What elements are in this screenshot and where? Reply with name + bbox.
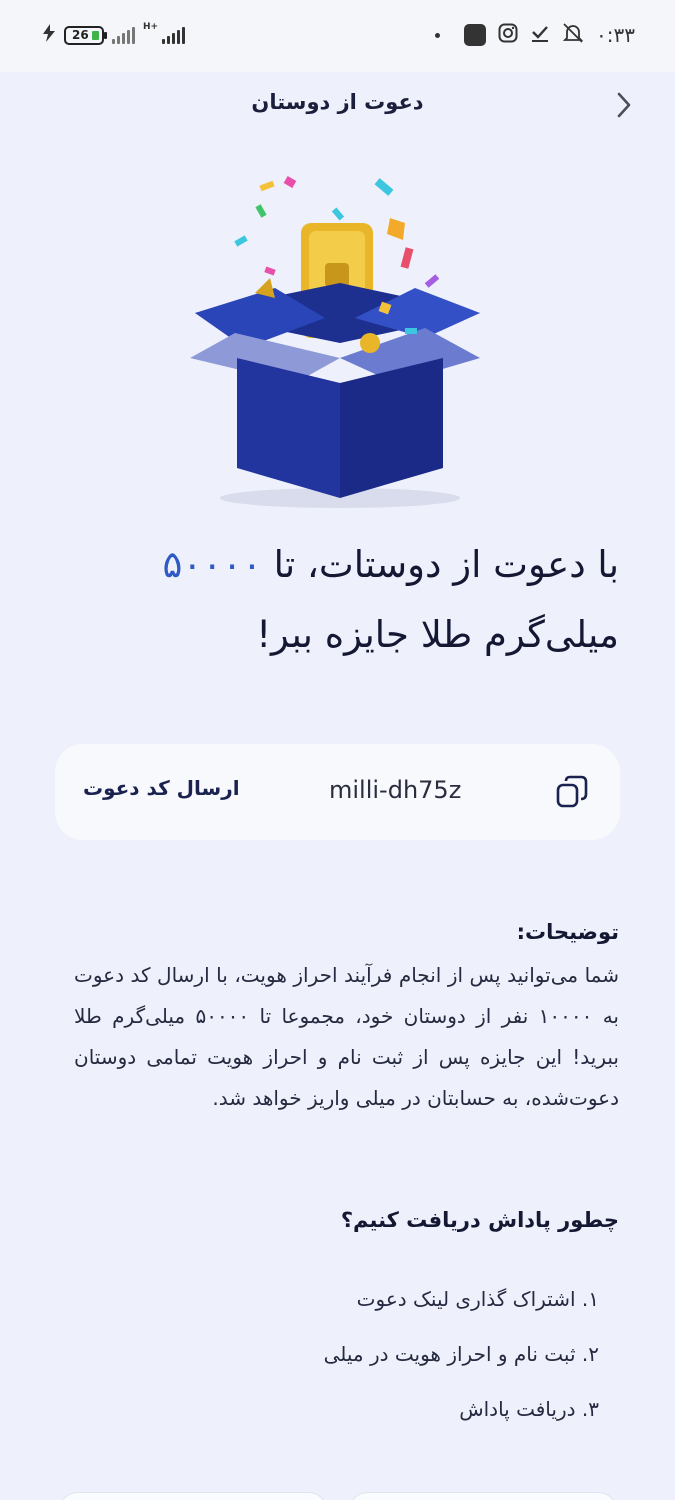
invite-code: milli-dh75z	[329, 776, 462, 804]
invite-code-card: ارسال کد دعوت milli-dh75z	[55, 744, 620, 840]
headline-part1: با دعوت از دوستات، تا	[261, 543, 619, 586]
header: دعوت از دوستان	[0, 72, 675, 138]
description-body: شما می‌توانید پس از انجام فرآیند احراز ه…	[74, 963, 619, 1110]
signal-icon-2	[162, 26, 186, 44]
status-bar-left: 26 H+	[42, 22, 186, 46]
step-item: ۲. ثبت نام و احراز هویت در میلی	[323, 1342, 599, 1366]
status-bar: 26 H+ ۰:۳۳	[0, 0, 675, 72]
battery-icon: 26	[64, 25, 107, 45]
steps-list: ۱. اشتراک گذاری لینک دعوت ۲. ثبت نام و ا…	[324, 1280, 599, 1445]
check-icon	[530, 23, 550, 47]
signal-icon	[112, 26, 135, 44]
description-title: توضیحات:	[516, 920, 619, 944]
chevron-right-icon	[617, 92, 631, 118]
send-invite-code-button[interactable]: ارسال کد دعوت	[83, 776, 240, 800]
battery-level: 26	[72, 28, 89, 42]
headline-amount: ۵۰۰۰۰	[162, 543, 262, 586]
status-bar-right: ۰:۳۳	[435, 22, 635, 48]
how-to-title: چطور پاداش دریافت کنیم؟	[340, 1208, 619, 1232]
copy-button[interactable]	[552, 772, 592, 812]
instagram-icon	[498, 23, 518, 47]
bell-muted-icon	[562, 22, 584, 48]
charging-icon	[42, 24, 56, 46]
step-item: ۳. دریافت پاداش	[459, 1397, 599, 1421]
gift-box-illustration	[175, 168, 505, 513]
status-time: ۰:۳۳	[596, 23, 635, 47]
headline: با دعوت از دوستات، تا ۵۰۰۰۰ میلی‌گرم طلا…	[49, 530, 619, 670]
back-button[interactable]	[609, 90, 639, 120]
copy-icon	[556, 775, 588, 808]
bottom-button-right[interactable]	[348, 1492, 618, 1500]
network-type: H+	[143, 22, 159, 32]
app-icon	[464, 24, 487, 46]
step-item: ۱. اشتراک گذاری لینک دعوت	[356, 1287, 599, 1311]
page-title: دعوت از دوستان	[251, 90, 424, 114]
headline-part2: میلی‌گرم طلا جایزه ببر!	[256, 613, 619, 656]
dot-icon	[435, 32, 441, 38]
bottom-button-left[interactable]	[58, 1492, 328, 1500]
